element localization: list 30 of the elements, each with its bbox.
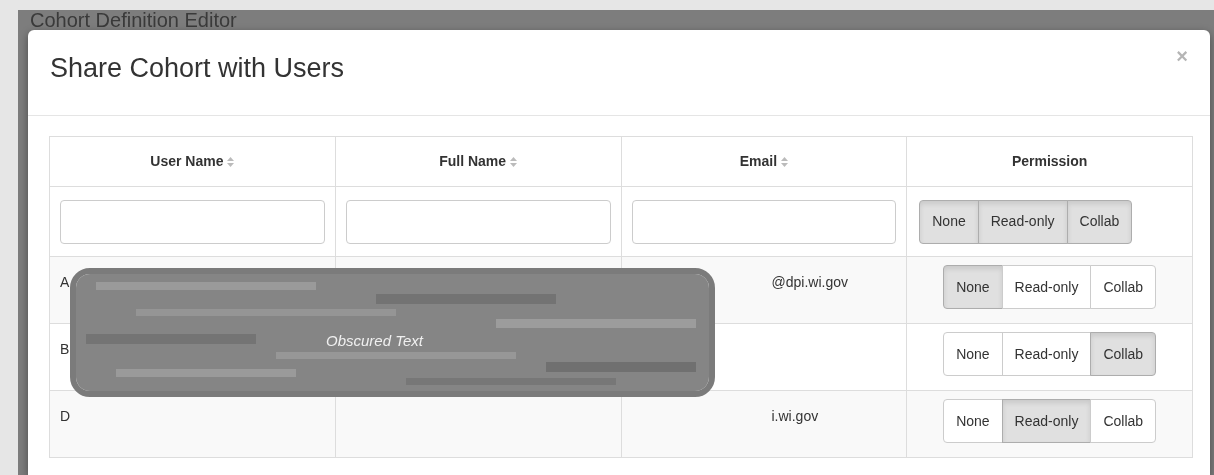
- permission-button[interactable]: Collab: [1090, 332, 1157, 376]
- permission-button[interactable]: Read-only: [1001, 399, 1092, 443]
- permission-button[interactable]: None: [919, 199, 979, 244]
- dialog-title: Share Cohort with Users: [50, 52, 345, 85]
- column-header: Permission: [1011, 153, 1088, 169]
- table-cell-text: @dpi.wi.gov: [770, 273, 848, 292]
- page-title: Cohort Definition Editor: [29, 10, 238, 30]
- sort-icon[interactable]: [781, 157, 789, 168]
- permission-button[interactable]: Read-only: [1001, 265, 1092, 309]
- table-cell-text: A: [60, 273, 70, 292]
- filter-field[interactable]: [60, 199, 325, 244]
- permission-button[interactable]: Read-only: [977, 199, 1068, 244]
- column-header[interactable]: Full Name: [439, 153, 507, 169]
- column-header[interactable]: User Name: [150, 153, 224, 169]
- overlay-text: Obscured Text: [326, 331, 423, 351]
- permission-button[interactable]: Read-only: [1001, 332, 1092, 376]
- sort-icon[interactable]: [227, 157, 235, 168]
- permission-button[interactable]: Collab: [1090, 399, 1157, 443]
- permission-button[interactable]: None: [943, 332, 1003, 376]
- filter-field[interactable]: [631, 199, 897, 244]
- permission-button[interactable]: Collab: [1090, 265, 1157, 309]
- permission-button[interactable]: None: [943, 265, 1003, 309]
- table-cell-text: D: [60, 407, 71, 426]
- table-cell-text: i.wi.gov: [770, 407, 819, 426]
- column-header[interactable]: Email: [739, 153, 778, 169]
- table-cell-text: B: [60, 340, 70, 359]
- permission-button[interactable]: Collab: [1066, 199, 1133, 244]
- permission-button[interactable]: None: [943, 399, 1003, 443]
- sort-icon[interactable]: [510, 157, 518, 168]
- filter-field[interactable]: [345, 199, 611, 244]
